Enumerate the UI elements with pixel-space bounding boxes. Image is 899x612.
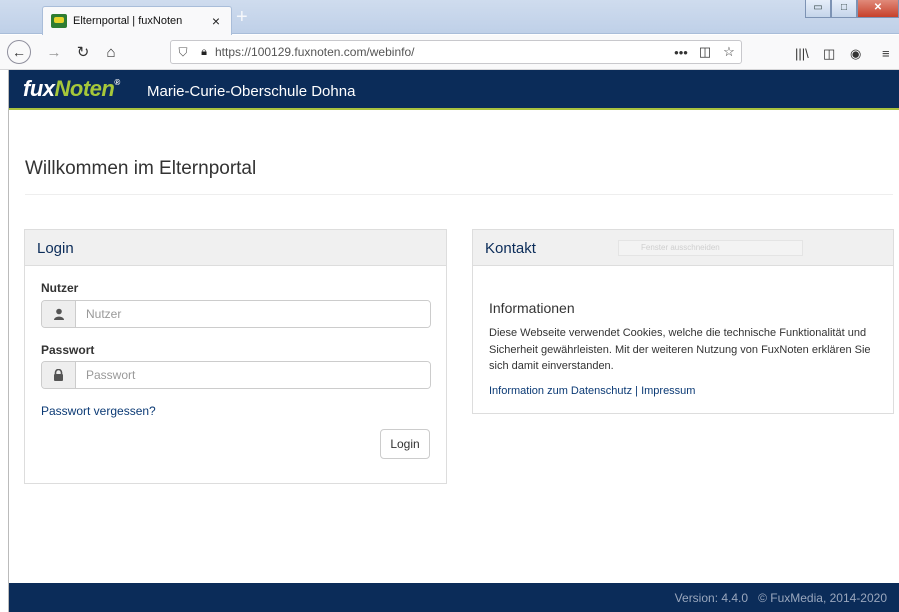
sidebar-icon[interactable]: ◫ bbox=[823, 46, 835, 62]
privacy-link[interactable]: Information zum Datenschutz bbox=[489, 385, 632, 397]
divider bbox=[25, 194, 893, 195]
maximize-button[interactable]: □ bbox=[831, 0, 857, 18]
fuxnoten-favicon-icon bbox=[51, 14, 67, 28]
school-name: Marie-Curie-Oberschule Dohna bbox=[147, 83, 356, 100]
library-icon[interactable]: |||\ bbox=[795, 46, 809, 61]
logo-registered-mark: ® bbox=[114, 78, 120, 87]
lock-icon[interactable]: 🔒︎ bbox=[195, 46, 213, 59]
browser-tab[interactable]: Elternportal | fuxNoten × bbox=[42, 6, 232, 35]
password-input[interactable] bbox=[76, 362, 430, 388]
tab-title: Elternportal | fuxNoten bbox=[73, 15, 183, 27]
menu-icon[interactable]: ≡ bbox=[882, 46, 890, 61]
snip-overlay: Fenster ausschneiden bbox=[618, 240, 803, 256]
logo-fux-text: fux bbox=[23, 76, 55, 101]
user-label: Nutzer bbox=[41, 281, 79, 295]
page-actions-icon[interactable]: ••• bbox=[669, 45, 693, 60]
info-links: Information zum Datenschutz | Impressum bbox=[489, 385, 695, 397]
copyright-text: © FuxMedia, 2014-2020 bbox=[758, 591, 887, 605]
logo-noten-text: Noten bbox=[54, 76, 115, 101]
login-panel-heading: Login bbox=[25, 230, 446, 266]
back-button[interactable]: ← bbox=[7, 40, 31, 64]
version-text: Version: 4.4.0 bbox=[674, 591, 749, 605]
fuxnoten-logo[interactable]: fuxNoten® bbox=[23, 76, 120, 102]
user-icon bbox=[42, 301, 76, 327]
lock-icon bbox=[42, 362, 76, 388]
link-separator: | bbox=[635, 385, 638, 397]
password-input-group bbox=[41, 361, 431, 389]
forgot-password-link[interactable]: Passwort vergessen? bbox=[41, 404, 156, 418]
cookie-notice-text: Diese Webseite verwendet Cookies, welche… bbox=[489, 327, 871, 372]
app-header: fuxNoten® Marie-Curie-Oberschule Dohna bbox=[9, 70, 899, 110]
minimize-button[interactable]: ▭ bbox=[805, 0, 831, 18]
url-text[interactable]: https://100129.fuxnoten.com/webinfo/ bbox=[213, 45, 669, 59]
new-tab-button[interactable]: + bbox=[236, 7, 248, 27]
browser-navbar: ← → ↻ ⌂ ⛉ 🔒︎ https://100129.fuxnoten.com… bbox=[0, 35, 899, 70]
pocket-icon[interactable]: ◫ bbox=[693, 44, 717, 60]
close-window-button[interactable]: ✕ bbox=[857, 0, 899, 18]
home-button[interactable]: ⌂ bbox=[100, 42, 122, 64]
address-bar[interactable]: ⛉ 🔒︎ https://100129.fuxnoten.com/webinfo… bbox=[170, 40, 742, 64]
reload-button[interactable]: ↻ bbox=[72, 42, 94, 64]
info-heading: Informationen bbox=[489, 300, 575, 316]
footer-text: Version: 4.4.0 © FuxMedia, 2014-2020 bbox=[675, 591, 887, 605]
window-left-edge bbox=[0, 70, 9, 612]
forward-button[interactable]: → bbox=[44, 42, 64, 64]
window-controls: ▭ □ ✕ bbox=[805, 0, 899, 18]
contact-panel: Kontakt Fenster ausschneiden Information… bbox=[472, 229, 894, 414]
password-label: Passwort bbox=[41, 343, 95, 357]
browser-titlebar: Elternportal | fuxNoten × + ▭ □ ✕ bbox=[0, 0, 899, 35]
user-input[interactable] bbox=[76, 301, 430, 327]
login-panel: Login Nutzer Passwort Passwort vergessen… bbox=[24, 229, 447, 484]
account-icon[interactable]: ◉ bbox=[850, 46, 861, 62]
page-title: Willkommen im Elternportal bbox=[25, 158, 257, 179]
user-input-group bbox=[41, 300, 431, 328]
tab-close-icon[interactable]: × bbox=[209, 13, 223, 29]
footer: Version: 4.4.0 © FuxMedia, 2014-2020 bbox=[9, 583, 899, 612]
bookmark-star-icon[interactable]: ☆ bbox=[717, 44, 741, 60]
imprint-link[interactable]: Impressum bbox=[641, 385, 695, 397]
login-button[interactable]: Login bbox=[380, 429, 430, 459]
tracking-shield-icon[interactable]: ⛉ bbox=[171, 45, 195, 60]
